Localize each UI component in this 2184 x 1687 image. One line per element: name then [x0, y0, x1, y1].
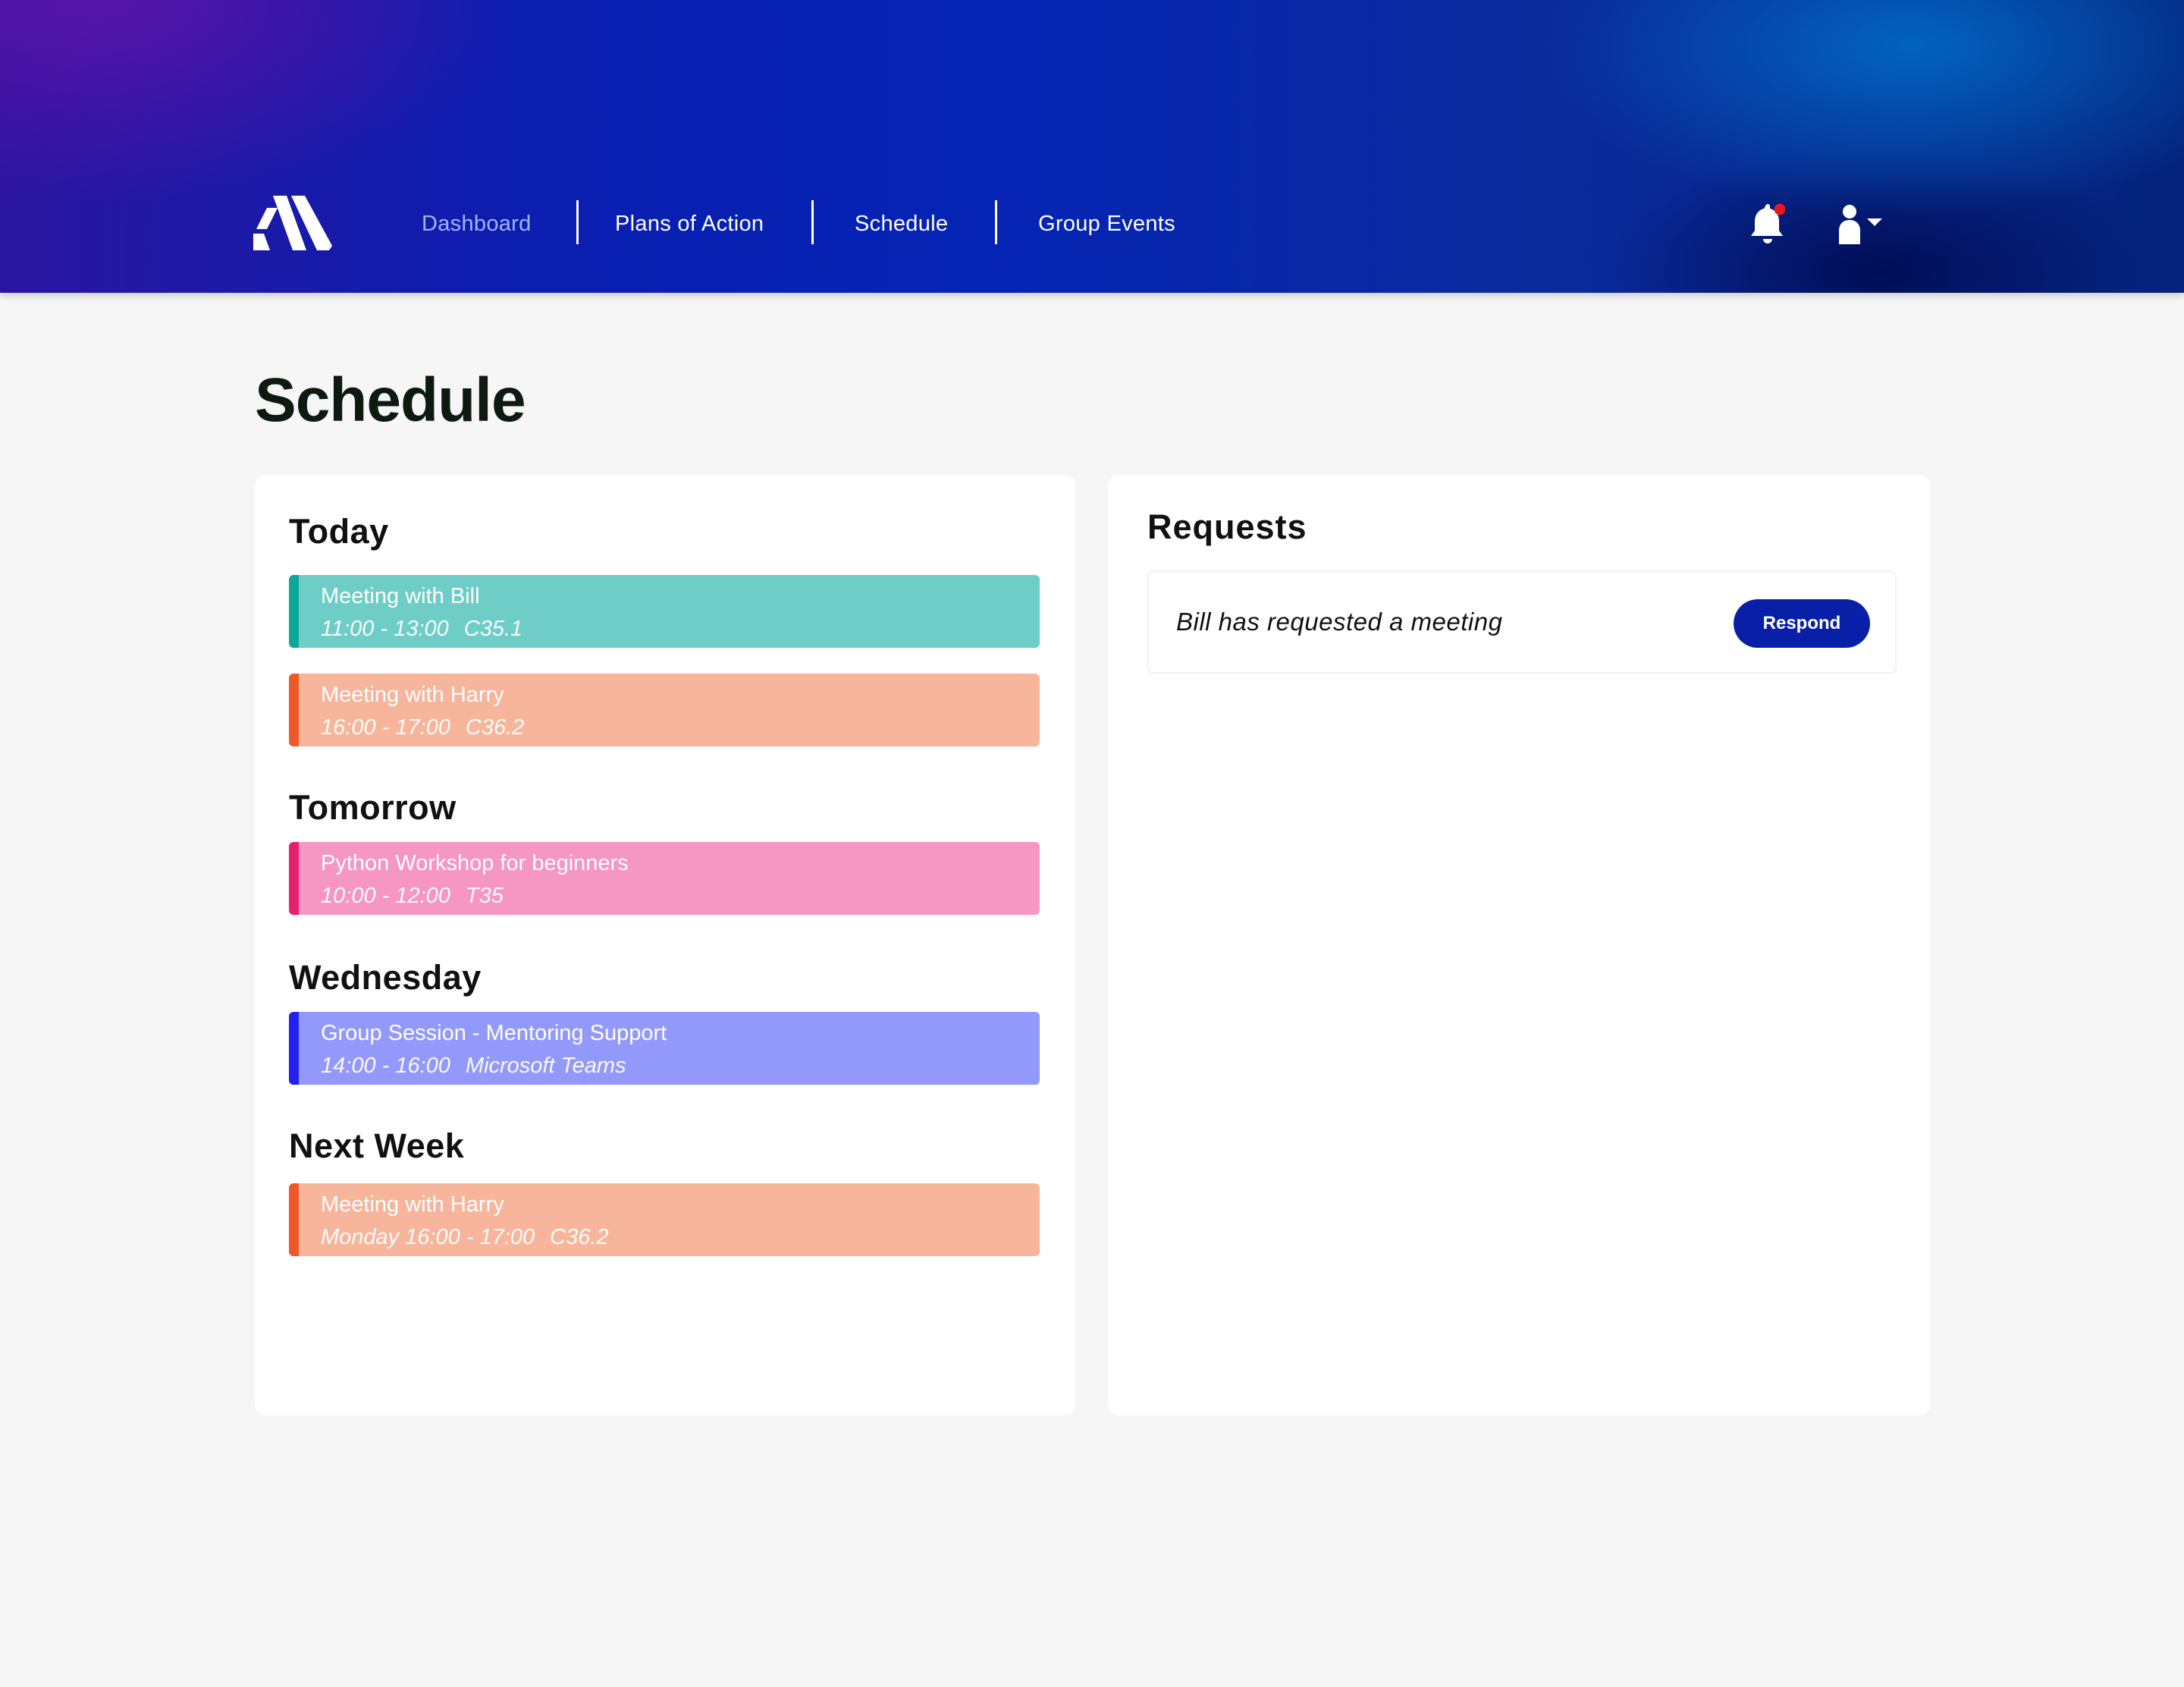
nav-divider — [995, 200, 997, 244]
event-place: C35.1 — [463, 617, 523, 641]
event-meta: Monday 16:00 - 17:00 C36.2 — [321, 1224, 609, 1251]
event-title: Meeting with Bill — [321, 584, 480, 608]
nav-divider — [576, 200, 579, 244]
caret-down-icon — [1867, 218, 1882, 226]
event-time: Monday 16:00 - 17:00 — [321, 1225, 535, 1249]
event-accent-bar — [289, 842, 299, 915]
event-item[interactable]: Python Workshop for beginners 10:00 - 12… — [289, 842, 1040, 915]
event-place: T35 — [465, 884, 504, 908]
request-text: Bill has requested a meeting — [1176, 608, 1503, 636]
event-place: C36.2 — [550, 1225, 609, 1249]
nav-plans-of-action[interactable]: Plans of Action — [615, 209, 764, 238]
event-meta: 14:00 - 16:00 Microsoft Teams — [321, 1052, 626, 1079]
nav-group-events[interactable]: Group Events — [1038, 209, 1175, 238]
event-accent-bar — [289, 1183, 299, 1256]
event-accent-bar — [289, 674, 299, 746]
event-title: Meeting with Harry — [321, 1192, 504, 1217]
event-meta: 11:00 - 13:00 C35.1 — [321, 615, 522, 642]
event-title: Meeting with Harry — [321, 683, 504, 707]
event-time: 10:00 - 12:00 — [321, 884, 450, 908]
page-title: Schedule — [255, 366, 526, 435]
event-item[interactable]: Meeting with Harry Monday 16:00 - 17:00 C… — [289, 1183, 1040, 1256]
event-title: Python Workshop for beginners — [321, 851, 629, 875]
event-accent-bar — [289, 575, 299, 648]
event-title: Group Session - Mentoring Support — [321, 1021, 667, 1045]
notification-dot — [1774, 203, 1785, 215]
app-logo[interactable] — [253, 196, 332, 250]
day-heading-next-week: Next Week — [289, 1126, 465, 1165]
event-accent-bar — [289, 1012, 299, 1085]
requests-card: Requests Bill has requested a meeting Re… — [1108, 475, 1930, 1415]
nav-dashboard[interactable]: Dashboard — [422, 209, 532, 238]
request-item: Bill has requested a meeting Respond — [1147, 570, 1897, 674]
event-item[interactable]: Meeting with Bill 11:00 - 13:00 C35.1 — [289, 575, 1040, 648]
event-meta: 10:00 - 12:00 T35 — [321, 882, 504, 909]
bell-icon[interactable] — [1749, 203, 1785, 246]
event-item[interactable]: Meeting with Harry 16:00 - 17:00 C36.2 — [289, 674, 1040, 746]
event-place: Microsoft Teams — [465, 1054, 626, 1078]
event-place: C36.2 — [465, 715, 525, 740]
top-header: Dashboard Plans of Action Schedule Group… — [0, 0, 2184, 293]
event-time: 14:00 - 16:00 — [321, 1054, 450, 1078]
schedule-card: Today Meeting with Bill 11:00 - 13:00 C35… — [255, 475, 1075, 1415]
user-icon[interactable] — [1837, 205, 1885, 244]
requests-title: Requests — [1147, 507, 1307, 546]
respond-button[interactable]: Respond — [1734, 599, 1870, 648]
day-heading-tomorrow: Tomorrow — [289, 788, 457, 827]
day-heading-today: Today — [289, 512, 389, 551]
nav-schedule[interactable]: Schedule — [855, 209, 948, 238]
event-time: 11:00 - 13:00 — [321, 617, 449, 641]
event-time: 16:00 - 17:00 — [321, 715, 450, 740]
event-item[interactable]: Group Session - Mentoring Support 14:00 … — [289, 1012, 1040, 1085]
day-heading-wednesday: Wednesday — [289, 958, 482, 997]
event-meta: 16:00 - 17:00 C36.2 — [321, 714, 524, 741]
nav-divider — [811, 200, 814, 244]
